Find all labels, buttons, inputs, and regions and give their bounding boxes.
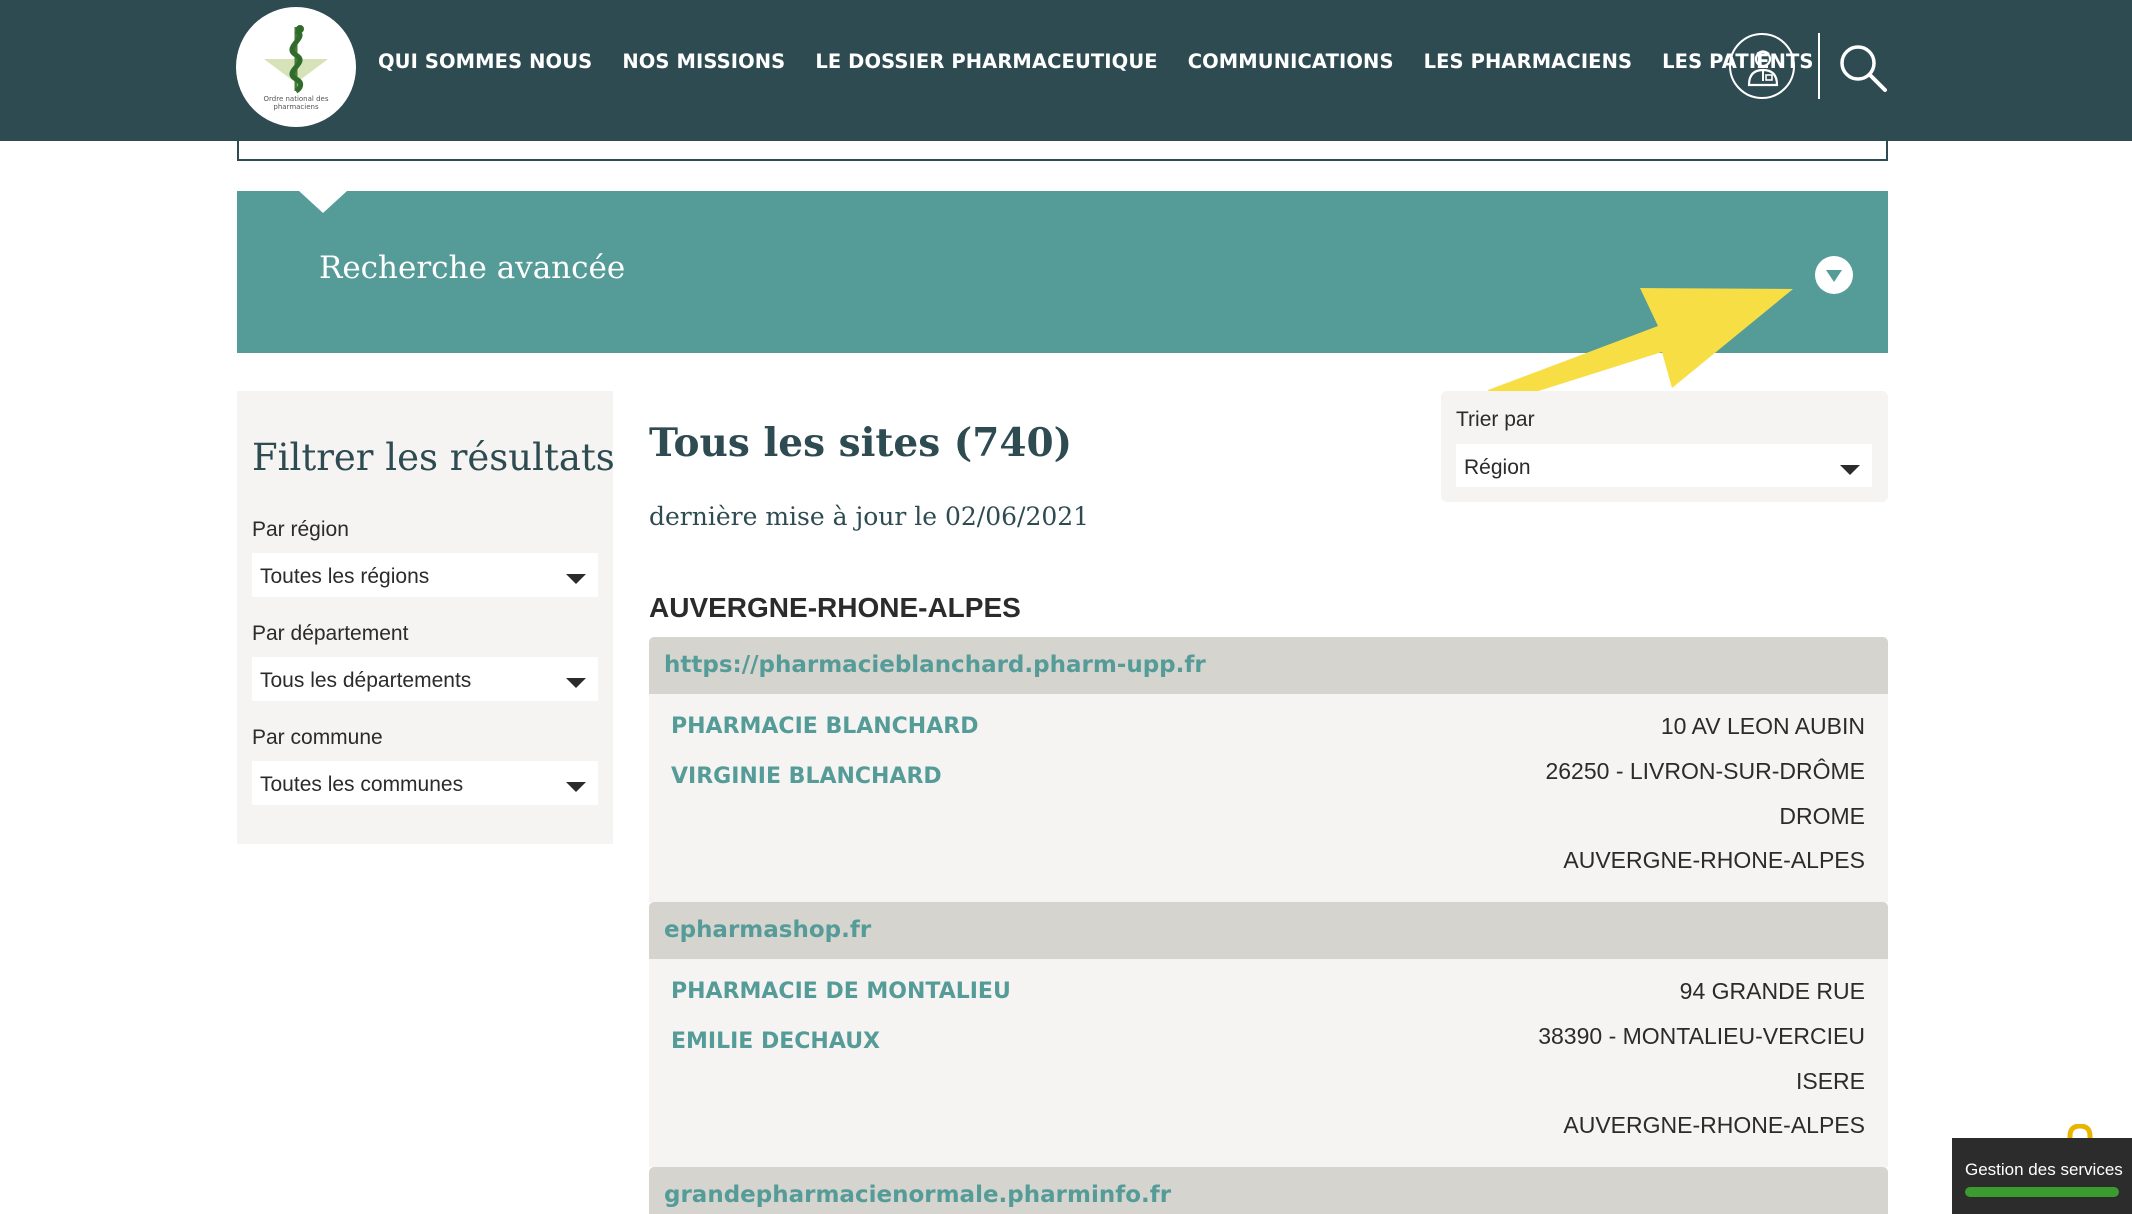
pharmacist-user-icon — [1747, 50, 1779, 87]
site-url-link[interactable]: epharmashop.fr — [664, 917, 871, 943]
logo-text: Ordre national des pharmaciens — [263, 95, 329, 111]
nav-nos-missions[interactable]: NOS MISSIONS — [622, 50, 785, 73]
site-logo[interactable]: Ordre national des pharmaciens — [236, 7, 356, 127]
commune-filter-label: Par commune — [252, 726, 383, 749]
filter-panel: Filtrer les résultats Par région Toutes … — [237, 391, 615, 844]
region-filter-label: Par région — [252, 518, 349, 541]
results-title: Tous les sites (740) — [649, 420, 1073, 466]
site-header: Ordre national des pharmaciens QUI SOMME… — [0, 0, 2132, 141]
services-label: Gestion des services — [1965, 1160, 2123, 1179]
commune-select[interactable]: Toutes les communes — [252, 761, 598, 805]
address-region: AUVERGNE-RHONE-ALPES — [1563, 847, 1865, 873]
address-department: ISERE — [1795, 1068, 1865, 1094]
dropdown-caret-icon — [1840, 465, 1860, 475]
dropdown-caret-icon — [566, 574, 586, 584]
address-city: 26250 - LIVRON-SUR-DRÔME — [1545, 758, 1865, 784]
region-heading: AUVERGNE-RHONE-ALPES — [649, 592, 1021, 623]
address-region: AUVERGNE-RHONE-ALPES — [1563, 1112, 1865, 1138]
nav-les-pharmaciens[interactable]: LES PHARMACIENS — [1424, 50, 1633, 73]
site-card: PHARMACIE DE MONTALIEU EMILIE DECHAUX 94… — [649, 959, 1888, 1167]
site-card: PHARMACIE BLANCHARD VIRGINIE BLANCHARD 1… — [649, 694, 1888, 902]
panel-notch — [299, 191, 347, 213]
nav-qui-sommes-nous[interactable]: QUI SOMMES NOUS — [378, 50, 592, 73]
advanced-search-title: Recherche avancée — [319, 250, 626, 286]
sort-label: Trier par — [1456, 408, 1535, 431]
department-select-value: Tous les départements — [260, 669, 472, 692]
site-url-link[interactable]: grandepharmacienormale.pharminfo.fr — [664, 1182, 1171, 1208]
sort-panel: Trier par Région — [1441, 391, 1888, 502]
nav-communications[interactable]: COMMUNICATIONS — [1188, 50, 1394, 73]
filter-title: Filtrer les résultats — [252, 436, 615, 479]
chevron-down-circle-icon — [1826, 270, 1842, 282]
services-status-bar — [1965, 1187, 2119, 1197]
department-select[interactable]: Tous les départements — [252, 657, 598, 701]
department-filter-label: Par département — [252, 622, 409, 645]
region-select-value: Toutes les régions — [260, 565, 430, 588]
site-url-bar: https://pharmacieblanchard.pharm-upp.fr — [649, 637, 1888, 694]
last-updated-text: dernière mise à jour le 02/06/2021 — [649, 502, 1090, 531]
pharmacist-name: EMILIE DECHAUX — [671, 1029, 881, 1054]
header-divider — [1818, 33, 1820, 99]
pharmacy-name: PHARMACIE BLANCHARD — [671, 714, 979, 739]
search-icon — [1840, 45, 1887, 92]
site-url-link[interactable]: https://pharmacieblanchard.pharm-upp.fr — [664, 652, 1206, 678]
commune-select-value: Toutes les communes — [260, 773, 464, 796]
nav-dossier-pharmaceutique[interactable]: LE DOSSIER PHARMACEUTIQUE — [815, 50, 1157, 73]
services-widget[interactable]: Gestion des services — [1952, 1138, 2132, 1214]
site-url-bar: epharmashop.fr — [649, 902, 1888, 959]
address-city: 38390 - MONTALIEU-VERCIEU — [1538, 1023, 1865, 1049]
main-nav: QUI SOMMES NOUS NOS MISSIONS LE DOSSIER … — [378, 50, 1814, 73]
pharmacy-name: PHARMACIE DE MONTALIEU — [671, 979, 1011, 1004]
pharmacist-name: VIRGINIE BLANCHARD — [671, 764, 942, 789]
account-button[interactable] — [1729, 33, 1795, 99]
site-url-bar: grandepharmacienormale.pharminfo.fr — [649, 1167, 1888, 1214]
previous-section-box — [237, 139, 1888, 161]
address-department: DROME — [1779, 803, 1865, 829]
address-street: 10 AV LEON AUBIN — [1660, 713, 1865, 739]
sort-select[interactable]: Région — [1456, 444, 1872, 487]
search-button[interactable] — [1837, 42, 1889, 94]
dropdown-caret-icon — [566, 782, 586, 792]
region-select[interactable]: Toutes les régions — [252, 553, 598, 597]
advanced-search-toggle[interactable] — [1815, 256, 1853, 294]
address-street: 94 GRANDE RUE — [1679, 978, 1865, 1004]
dropdown-caret-icon — [566, 678, 586, 688]
sort-select-value: Région — [1464, 456, 1531, 479]
